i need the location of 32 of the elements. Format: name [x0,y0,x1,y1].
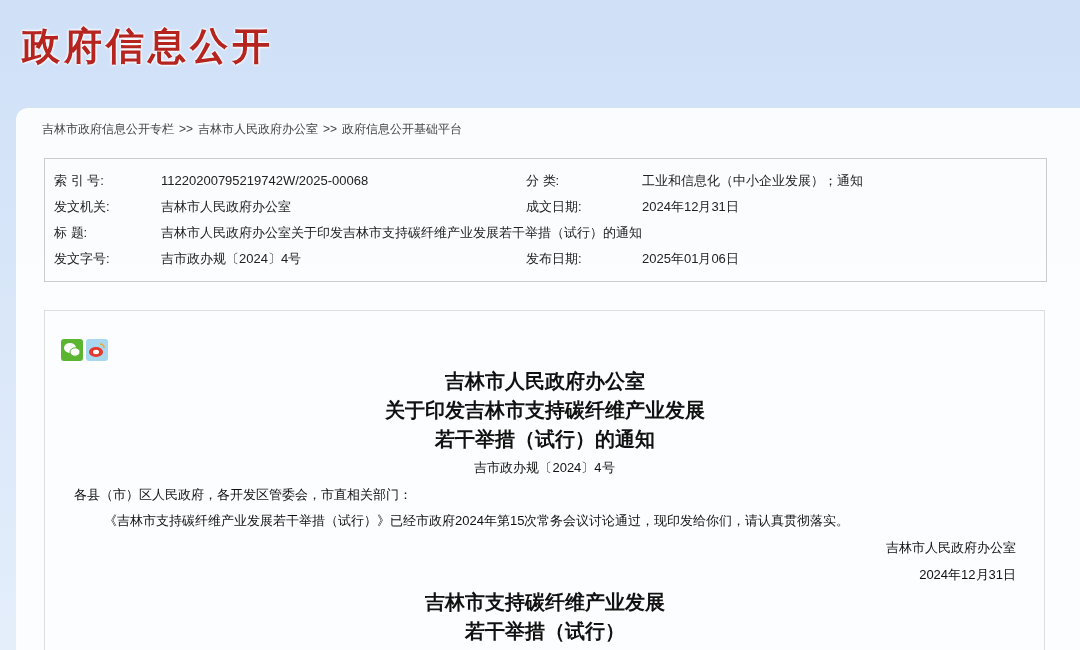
field-label: 分 类: [526,172,561,191]
field-value: 2025年01月06日 [642,250,739,269]
field-label: 发文字号: [53,250,111,269]
breadcrumb-separator: >> [323,121,338,138]
field-value: 吉市政办规〔2024〕4号 [161,250,303,269]
wechat-share-icon[interactable] [61,339,83,361]
weibo-share-icon[interactable] [86,339,108,361]
breadcrumb-link[interactable]: 政府信息公开基础平台 [342,120,463,138]
document-date: 2024年12月31日 [919,566,1017,584]
field-label: 发布日期: [526,250,583,269]
document-number: 吉市政办规〔2024〕4号 [474,459,615,477]
site-title: 政府信息公开 [22,24,274,69]
document-title: 若干举措（试行）的通知 [434,427,655,452]
field-label: 索 引 号: [53,172,105,191]
signature: 吉林市人民政府办公室 [886,539,1017,557]
field-label: 成文日期: [526,198,583,217]
field-value: 2024年12月31日 [642,198,739,217]
field-value: 11220200795219742W/2025-00068 [161,172,370,191]
section-title: 吉林市支持碳纤维产业发展 [424,590,665,615]
field-value: 吉林市人民政府办公室关于印发吉林市支持碳纤维产业发展若干举措（试行）的通知 [161,224,642,243]
salutation: 各县（市）区人民政府，各开发区管委会，市直相关部门： [73,486,413,504]
body-text: 《吉林市支持碳纤维产业发展若干举措（试行）》已经市政府2024年第15次常务会议讨论通过，现印发给你们，请认真贯彻落实。 [103,512,851,530]
breadcrumb-link[interactable]: 吉林市人民政府办公室 [198,120,318,138]
field-label: 标 题: [53,224,89,243]
breadcrumb-separator: >> [179,121,193,138]
field-label: 发文机关: [53,198,111,217]
breadcrumb-link[interactable]: 吉林市政府信息公开专栏 [42,120,174,138]
document-title: 关于印发吉林市支持碳纤维产业发展 [384,398,705,423]
section-title: 若干举措（试行） [464,619,625,644]
field-value: 工业和信息化（中小企业发展）；通知 [642,172,863,191]
field-value: 吉林市人民政府办公室 [161,198,292,217]
document-title: 吉林市人民政府办公室 [444,369,645,394]
